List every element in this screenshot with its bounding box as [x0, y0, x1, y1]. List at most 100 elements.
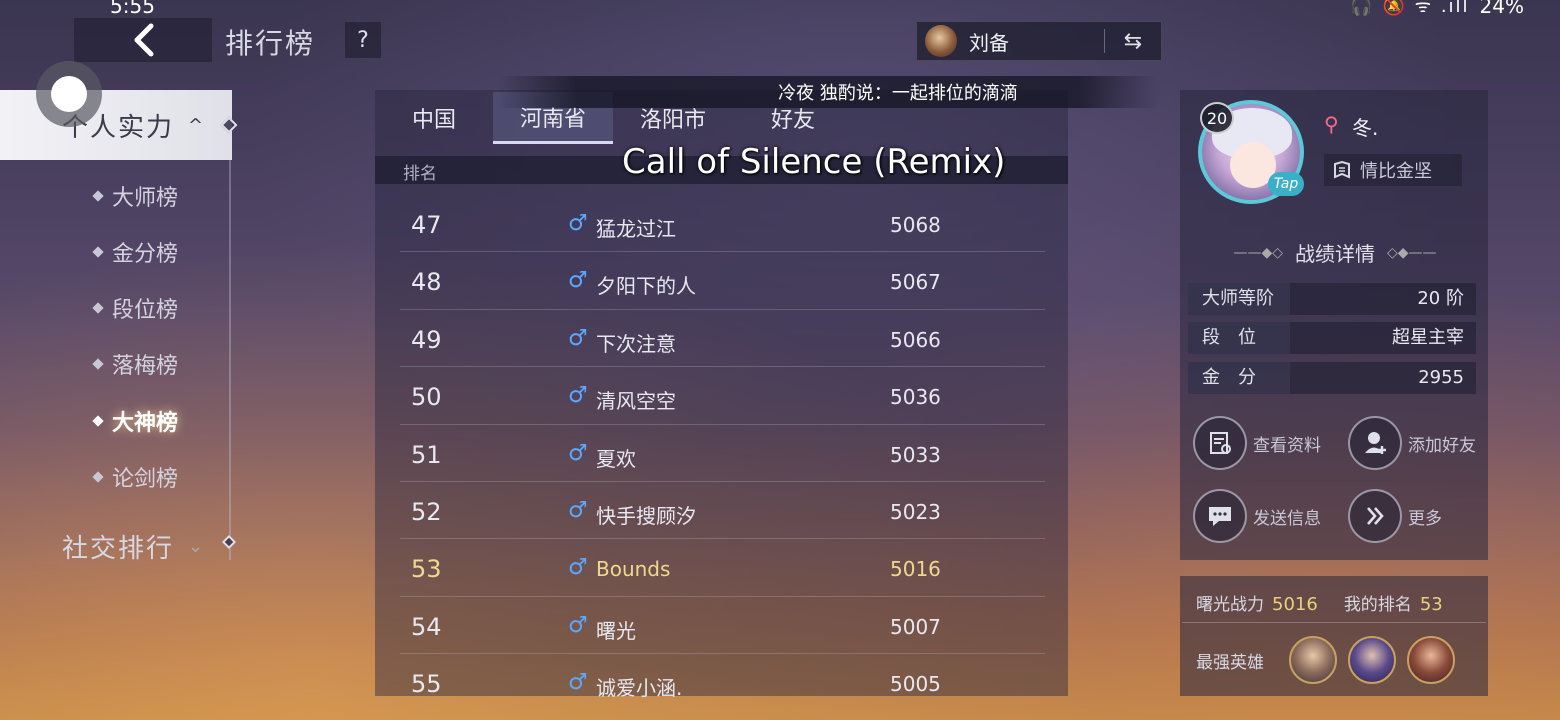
double-chevron-icon	[1348, 489, 1402, 543]
row-player-name: 下次注意	[596, 331, 676, 356]
best-heroes-label: 最强英雄	[1196, 653, 1264, 673]
row-score: 5067	[890, 270, 941, 295]
send-message-button[interactable]: 发送信息	[1193, 489, 1321, 543]
back-button[interactable]	[74, 18, 212, 62]
music-title-overlay: Call of Silence (Remix)	[622, 142, 1006, 182]
row-rank: 49	[411, 325, 442, 354]
sidebar-item-label: 论剑榜	[112, 467, 179, 492]
action-label: 查看资料	[1253, 435, 1321, 456]
row-score: 5036	[890, 385, 941, 410]
my-rank-value: 53	[1419, 594, 1443, 615]
row-player-name: 清风空空	[596, 389, 676, 414]
divider	[1182, 622, 1486, 623]
diamond-bullet-icon	[92, 190, 104, 202]
swap-icon[interactable]: ⇆	[1105, 29, 1161, 54]
male-icon: ♂	[568, 670, 588, 696]
male-icon: ♂	[568, 211, 588, 236]
nav-section-personal[interactable]: 个人实力 ^	[0, 90, 232, 160]
status-right: 🎧 🔕 ᯤ .ıll 24%	[1350, 0, 1524, 18]
female-icon: ⚲	[1324, 112, 1339, 136]
male-icon: ♂	[568, 440, 588, 466]
battery-level: 24%	[1479, 0, 1524, 18]
table-row[interactable]: 55 ♂ 诚爱小涵. 5005	[400, 654, 1045, 711]
row-player-name: 曙光	[596, 618, 636, 643]
help-button[interactable]: ?	[345, 22, 381, 58]
floating-dot-inner	[51, 76, 87, 112]
table-row-self[interactable]: 53 ♂ Bounds 5016	[400, 539, 1045, 597]
sidebar-item-label: 落梅榜	[112, 354, 179, 379]
power-label: 曙光战力	[1196, 595, 1264, 615]
profile-doc-icon	[1193, 416, 1247, 470]
chevron-left-icon	[134, 23, 154, 57]
male-icon: ♂	[568, 497, 588, 523]
sidebar-item-label: 大神榜	[112, 411, 179, 436]
table-row[interactable]: 52 ♂ 快手搜顾汐 5023	[400, 482, 1045, 540]
table-row[interactable]: 54 ♂ 曙光 5007	[400, 597, 1045, 655]
player-title: 情比金坚	[1324, 154, 1462, 186]
stat-value: 2955	[1418, 367, 1464, 388]
diamond-bullet-icon	[92, 415, 104, 427]
row-score: 5068	[890, 213, 941, 237]
nav-rail	[229, 120, 231, 560]
sidebar-item-plum[interactable]: 落梅榜	[92, 348, 179, 380]
diamond-bullet-icon	[92, 302, 104, 314]
diamond-bullet-icon	[92, 358, 104, 370]
stat-key: 金 分	[1188, 362, 1290, 394]
hero-name: 刘备	[969, 30, 1009, 55]
more-button[interactable]: 更多	[1348, 489, 1442, 543]
sidebar-item-god[interactable]: 大神榜	[92, 405, 179, 437]
stat-key: 大师等阶	[1188, 283, 1290, 315]
best-hero-avatar[interactable]	[1289, 636, 1337, 684]
nav-section-social[interactable]: 社交排行 ⌄	[62, 528, 205, 565]
sidebar-item-gold-score[interactable]: 金分榜	[92, 236, 179, 268]
row-rank: 54	[411, 612, 442, 641]
page-title: 排行榜	[225, 27, 316, 60]
table-row[interactable]: 48 ♂ 夕阳下的人 5067	[400, 252, 1045, 310]
sidebar-item-label: 金分榜	[112, 242, 179, 267]
row-rank: 52	[411, 497, 442, 526]
table-row[interactable]: 49 ♂ 下次注意 5066	[400, 310, 1045, 368]
stat-gold-score: 金 分 2955	[1188, 362, 1476, 394]
broadcast-message: 冷夜 独酌说：一起排位的滴滴	[498, 76, 1158, 108]
tab-china[interactable]: 中国	[375, 92, 493, 144]
hero-avatar	[925, 25, 957, 57]
stat-value: 超星主宰	[1392, 327, 1464, 348]
divider-ornament-right: ◇◆——	[1387, 244, 1437, 261]
stat-value: 20 阶	[1417, 288, 1464, 309]
sidebar-item-tier[interactable]: 段位榜	[92, 292, 178, 324]
status-icons: 🎧 🔕 ᯤ .ıll	[1350, 0, 1470, 17]
row-rank: 48	[411, 268, 442, 297]
floating-assistive-button[interactable]	[36, 61, 102, 127]
power-value: 5016	[1272, 594, 1318, 615]
diamond-bullet-icon	[92, 246, 104, 258]
player-title-text: 情比金坚	[1360, 161, 1432, 182]
sidebar-item-sword[interactable]: 论剑榜	[92, 461, 179, 493]
row-player-name: 诚爱小涵.	[596, 676, 683, 701]
sidebar-item-master[interactable]: 大师榜	[92, 180, 179, 212]
chevron-down-icon: ⌄	[188, 536, 206, 557]
male-icon: ♂	[568, 268, 588, 294]
row-score: 5023	[890, 499, 941, 524]
action-label: 更多	[1408, 508, 1442, 529]
row-score: 5016	[890, 557, 941, 582]
best-hero-avatar[interactable]	[1348, 636, 1396, 684]
chevron-up-icon: ^	[188, 114, 204, 136]
add-friend-button[interactable]: 添加好友	[1348, 416, 1476, 470]
action-label: 发送信息	[1253, 508, 1321, 529]
diamond-icon	[221, 534, 237, 550]
row-score: 5033	[890, 442, 941, 467]
diamond-bullet-icon	[92, 471, 104, 483]
table-row[interactable]: 47 ♂ 猛龙过江 5068	[400, 195, 1045, 253]
tap-badge[interactable]: Tap	[1268, 172, 1304, 196]
leaderboard-rows: 47 ♂ 猛龙过江 5068 48 ♂ 夕阳下的人 5067 49 ♂ 下次注意…	[400, 195, 1045, 712]
best-hero-avatar[interactable]	[1407, 636, 1455, 684]
table-row[interactable]: 51 ♂ 夏欢 5033	[400, 425, 1045, 482]
table-row[interactable]: 50 ♂ 清风空空 5036	[400, 367, 1045, 425]
stat-key: 段 位	[1188, 322, 1290, 354]
sidebar-item-label: 大师榜	[112, 186, 179, 211]
hero-switch-bar[interactable]: 刘备 ⇆	[916, 21, 1162, 61]
stat-master-level: 大师等阶 20 阶	[1188, 283, 1476, 315]
status-time: 5:55	[110, 0, 155, 18]
view-profile-button[interactable]: 查看资料	[1193, 416, 1321, 470]
record-section-title: ——◆◇ 战绩详情 ◇◆——	[1190, 238, 1480, 267]
